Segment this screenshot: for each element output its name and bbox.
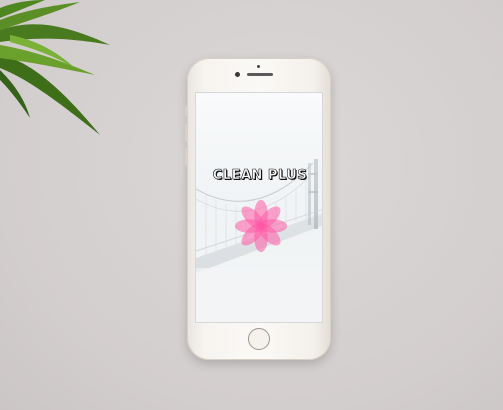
app-title: CLEAN PLUS — [212, 168, 308, 184]
plant-leaves-decoration — [0, 0, 110, 135]
mute-switch — [185, 106, 187, 116]
home-button[interactable] — [248, 328, 270, 350]
volume-down-button — [185, 148, 187, 166]
scene-background: CLEAN PLUS — [0, 0, 503, 410]
front-camera — [235, 72, 240, 77]
pink-lotus-flower-icon — [234, 199, 288, 253]
smartphone: CLEAN PLUS — [185, 58, 331, 360]
earpiece-speaker — [247, 73, 273, 76]
volume-up-button — [185, 124, 187, 142]
proximity-sensor — [257, 65, 260, 68]
phone-screen: CLEAN PLUS — [195, 92, 323, 323]
